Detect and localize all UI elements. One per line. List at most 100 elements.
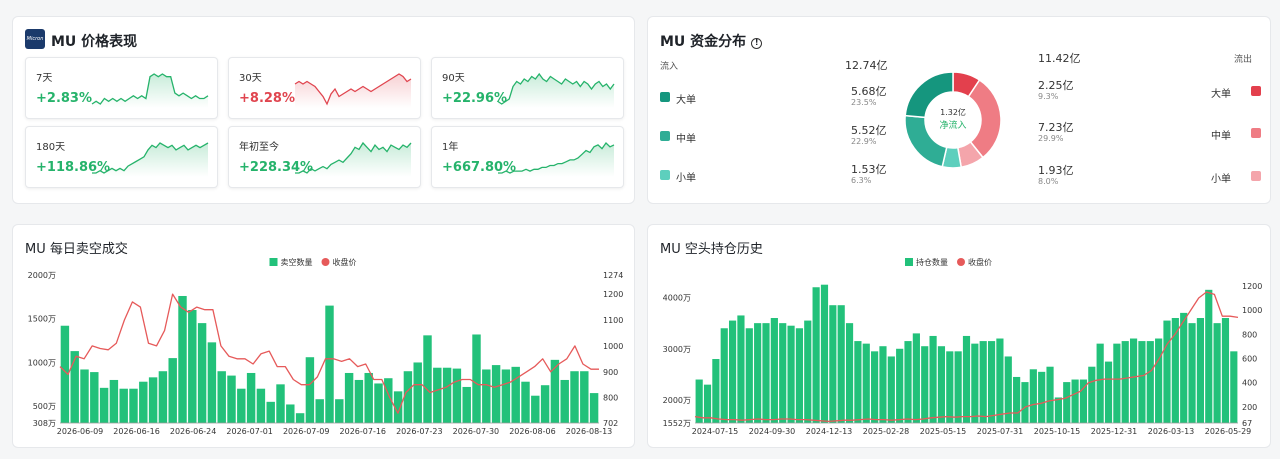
bar bbox=[1146, 341, 1154, 423]
bar bbox=[1013, 376, 1021, 423]
x-tick: 2026-08-06 bbox=[509, 427, 556, 436]
performance-tile[interactable]: 1年 +667.80% bbox=[431, 126, 624, 188]
inflow-row-label: 中单 bbox=[676, 134, 696, 145]
y-right-tick: 1000 bbox=[1242, 306, 1262, 315]
tile-change-value: +8.28% bbox=[239, 91, 295, 106]
y-right-tick: 900 bbox=[603, 368, 618, 377]
bar bbox=[820, 284, 829, 423]
y-right-tick: 800 bbox=[1242, 330, 1257, 339]
y-right-tick: 1274 bbox=[603, 271, 623, 280]
bar bbox=[795, 328, 804, 423]
y-left-tick: 500万 bbox=[33, 402, 56, 411]
inflow-percent: 23.5% bbox=[851, 98, 877, 107]
bar bbox=[168, 358, 177, 423]
x-tick: 2025-07-31 bbox=[977, 427, 1024, 436]
x-tick: 2024-09-30 bbox=[749, 427, 796, 436]
bar bbox=[99, 387, 109, 423]
bar bbox=[1205, 289, 1213, 423]
bar bbox=[413, 362, 422, 423]
outflow-row-label: 大单 bbox=[1211, 89, 1231, 100]
bar bbox=[325, 305, 334, 423]
bar bbox=[403, 371, 413, 423]
capital-flow-title: MU 资金分布! bbox=[660, 31, 763, 51]
outflow-total: 11.42亿 bbox=[1038, 52, 1081, 65]
bar bbox=[80, 369, 89, 423]
inflow-amount: 5.52亿 bbox=[851, 124, 887, 137]
inflow-amount: 5.68亿 bbox=[851, 85, 887, 98]
outflow-percent: 9.3% bbox=[1038, 92, 1059, 101]
outflow-amount: 2.25亿 bbox=[1038, 79, 1074, 92]
tile-sparkline bbox=[92, 142, 209, 177]
bar bbox=[501, 369, 511, 423]
bar bbox=[946, 351, 954, 423]
bar bbox=[305, 357, 315, 423]
inflow-percent: 22.9% bbox=[851, 137, 877, 146]
bar bbox=[896, 348, 904, 423]
bar bbox=[1188, 323, 1196, 423]
bar bbox=[1038, 371, 1046, 423]
daily-short-volume-chart: 卖空数量 收盘价308万500万1000万1500万2000万7028009001… bbox=[28, 257, 624, 436]
y-left-tick: 1500万 bbox=[28, 315, 56, 324]
bar bbox=[962, 335, 971, 423]
bar bbox=[550, 359, 560, 423]
bar bbox=[246, 372, 256, 423]
bar bbox=[511, 366, 520, 423]
bar bbox=[560, 379, 569, 423]
x-tick: 2026-07-30 bbox=[453, 427, 500, 436]
tile-period-label: 1年 bbox=[442, 142, 459, 153]
bar bbox=[745, 328, 753, 423]
inflow-label: 流入 bbox=[660, 62, 679, 72]
bar bbox=[531, 395, 540, 423]
bar bbox=[1088, 366, 1096, 423]
y-right-tick: 1100 bbox=[603, 316, 623, 325]
tile-sparkline bbox=[294, 73, 412, 108]
tile-sparkline bbox=[498, 142, 615, 177]
bar bbox=[90, 372, 99, 423]
bar bbox=[139, 381, 148, 423]
short-interest-card: MU 空头持仓历史 持仓数量 收盘价 1552万 2000万 3000万 4000万 67 2… bbox=[647, 224, 1271, 448]
capital-flow-card: MU 资金分布! 流入 12.74亿 11.42亿 流出 大单 5.68亿 23.5… bbox=[647, 16, 1271, 204]
bar bbox=[770, 318, 778, 423]
x-tick: 2025-05-15 bbox=[920, 427, 967, 436]
bar bbox=[954, 351, 962, 423]
bar bbox=[1113, 343, 1121, 423]
inflow-row-label: 小单 bbox=[676, 173, 696, 184]
bar bbox=[286, 404, 295, 423]
capital-flow-donut: 1.32亿 净流入 bbox=[904, 71, 1002, 169]
x-tick: 2026-07-16 bbox=[340, 427, 387, 436]
y-left-tick: 4000万 bbox=[663, 294, 691, 303]
x-tick: 2026-03-13 bbox=[1148, 427, 1195, 436]
bar bbox=[70, 351, 79, 423]
bar bbox=[158, 371, 168, 423]
daily-short-volume-card: MU 每日卖空成交 卖空数量 收盘价 308万 500万 1000万 1500万 2000万… bbox=[12, 224, 635, 448]
y-left-tick: 2000万 bbox=[28, 271, 56, 280]
performance-tile[interactable]: 年初至今 +228.34% bbox=[228, 126, 421, 188]
legend-label-bars: 卖空数量 bbox=[281, 257, 313, 267]
performance-tile[interactable]: 90天 +22.96% bbox=[431, 57, 624, 119]
inflow-amount: 1.53亿 bbox=[851, 163, 887, 176]
x-tick: 2026-07-23 bbox=[396, 427, 443, 436]
performance-tile[interactable]: 7天 +2.83% bbox=[25, 57, 218, 119]
bar bbox=[1138, 341, 1146, 423]
bar bbox=[570, 371, 579, 423]
performance-tile[interactable]: 30天 +8.28% bbox=[228, 57, 421, 119]
bar bbox=[837, 305, 845, 423]
bar bbox=[354, 379, 364, 423]
bar bbox=[452, 368, 462, 423]
performance-tile[interactable]: 180天 +118.86% bbox=[25, 126, 218, 188]
legend-swatch-line bbox=[957, 258, 965, 266]
bar bbox=[987, 341, 996, 423]
bar bbox=[276, 384, 285, 423]
info-icon[interactable]: ! bbox=[751, 38, 763, 49]
bar bbox=[912, 333, 920, 423]
bar bbox=[315, 399, 324, 423]
inflow-row-label: 大单 bbox=[676, 95, 696, 106]
bar bbox=[762, 323, 770, 423]
bar bbox=[871, 351, 879, 423]
bar bbox=[971, 343, 979, 423]
bar bbox=[521, 381, 530, 423]
tile-sparkline bbox=[497, 72, 615, 108]
price-performance-title: MU 价格表现 bbox=[51, 34, 138, 50]
bar bbox=[540, 385, 550, 423]
chart-legend: 卖空数量 收盘价 bbox=[269, 257, 357, 267]
